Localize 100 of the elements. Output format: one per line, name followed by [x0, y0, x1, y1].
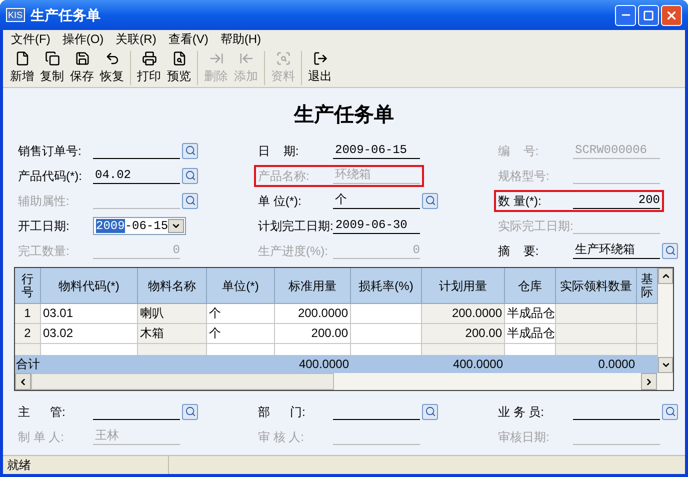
arrow-left-icon: [238, 51, 254, 66]
table-cell: 个: [207, 304, 275, 324]
input-field[interactable]: 200: [573, 192, 660, 209]
row-number: 2: [15, 324, 41, 344]
input-field[interactable]: 生产环绕箱: [573, 242, 660, 259]
app-badge: KIS: [6, 8, 25, 22]
dropdown-button[interactable]: [168, 218, 184, 232]
field-label: 规格型号:: [498, 168, 550, 184]
column-header: 行号: [15, 268, 41, 304]
column-header: 损耗率(%): [351, 268, 422, 304]
field-label: 日 期:: [258, 142, 300, 160]
menu-item[interactable]: 帮助(H): [214, 30, 267, 48]
column-header: 仓库: [505, 268, 556, 304]
vertical-scrollbar[interactable]: [658, 268, 673, 373]
input-field: 环绕箱: [333, 167, 420, 184]
field-label: 业 务 员:: [498, 404, 546, 420]
field-label: 摘 要:: [498, 242, 540, 260]
form-title: 生产任务单: [294, 102, 394, 128]
table-cell: 03.01: [41, 304, 138, 324]
toolbar-button[interactable]: 预览: [164, 51, 194, 84]
field-label: 单 位(*):: [258, 192, 302, 210]
input-field[interactable]: 个: [333, 192, 420, 209]
search-icon[interactable]: [422, 404, 438, 420]
menu-item[interactable]: 查看(V): [162, 30, 214, 48]
table-cell: 半成品仓: [505, 304, 556, 324]
table-cell: 200.0000: [275, 304, 351, 324]
input-field: 0: [93, 242, 180, 259]
search-icon[interactable]: [182, 192, 198, 208]
field-label: 计划完工日期:: [258, 218, 334, 234]
table-cell: 200.00: [275, 324, 351, 344]
search-icon[interactable]: [662, 404, 678, 420]
document-search-icon: [172, 51, 186, 66]
document-icon: [14, 51, 30, 66]
search-icon[interactable]: [182, 404, 198, 420]
field-label: 编 号:: [498, 142, 540, 160]
toolbar-button[interactable]: 恢复: [97, 51, 127, 84]
menu-item[interactable]: 操作(O): [56, 30, 110, 48]
total-cell: 400.0000: [298, 357, 349, 371]
field-label: 生产进度(%):: [258, 242, 329, 260]
search-icon[interactable]: [662, 242, 678, 258]
table-cell: 喇叭: [138, 304, 207, 324]
table-cell: 木箱: [138, 324, 207, 344]
field-label: 部 门:: [258, 404, 306, 420]
date-value: 2009-06-15: [96, 218, 168, 234]
field-label: 产品名称:: [258, 168, 310, 184]
close-icon: [665, 8, 678, 22]
table-cell: 200.0000: [422, 304, 505, 324]
row-number: 1: [15, 304, 41, 324]
menu-item[interactable]: 关联(R): [110, 30, 162, 48]
arrow-right-icon: [208, 51, 224, 66]
toolbar-button[interactable]: 退出: [305, 51, 335, 84]
scroll-down-button[interactable]: [658, 357, 673, 373]
horizontal-scrollbar[interactable]: [15, 373, 673, 390]
table-cell: 半成品仓: [505, 324, 556, 344]
toolbar-button[interactable]: 新增: [7, 51, 37, 84]
input-field: 0: [333, 242, 420, 259]
field-label: 主 管:: [18, 404, 66, 420]
window-title: 生产任务单: [30, 6, 102, 24]
field-label: 数 量(*):: [498, 192, 542, 210]
field-label: 审 核 人:: [258, 428, 306, 446]
date-field[interactable]: 2009-06-15: [93, 216, 186, 234]
search-icon[interactable]: [422, 192, 438, 208]
input-field: 王林: [93, 428, 180, 445]
scroll-left-button[interactable]: [15, 373, 31, 390]
scroll-up-button[interactable]: [658, 268, 673, 284]
field-label: 产品代码(*):: [18, 168, 83, 184]
toolbar-button[interactable]: 复制: [37, 51, 67, 84]
field-label: 制 单 人:: [18, 428, 66, 446]
column-header: 单位(*): [207, 268, 275, 304]
maximize-button[interactable]: [638, 4, 659, 26]
input-field: SCRW000006: [573, 142, 660, 159]
field-label: 完工数量:: [18, 242, 70, 260]
column-header: 物料名称: [138, 268, 207, 304]
total-cell: 400.0000: [452, 357, 503, 371]
minimize-button[interactable]: [615, 4, 636, 26]
table-cell: 200.00: [422, 324, 505, 344]
field-label: 实际完工日期:: [498, 218, 574, 234]
close-button[interactable]: [661, 4, 682, 26]
maximize-icon: [643, 10, 654, 20]
table-cell: 03.02: [41, 324, 138, 344]
input-field[interactable]: 04.02: [93, 167, 180, 184]
search-icon[interactable]: [182, 168, 198, 184]
column-header: 计划用量: [422, 268, 505, 304]
toolbar-button[interactable]: 保存: [67, 51, 97, 84]
printer-icon: [142, 51, 156, 66]
table-cell: 个: [207, 324, 275, 344]
input-field[interactable]: 2009-06-15: [333, 142, 420, 159]
toolbar-button[interactable]: 打印: [134, 51, 164, 84]
field-label: 销售订单号:: [18, 142, 82, 160]
column-header: 基际: [637, 268, 658, 304]
scroll-right-button[interactable]: [641, 373, 657, 390]
status-text: 就绪: [3, 456, 169, 474]
scrollbar-thumb[interactable]: [31, 373, 334, 390]
field-label: 审核日期:: [498, 428, 550, 446]
search-icon[interactable]: [182, 142, 198, 158]
column-header: 实际领料数量: [556, 268, 637, 304]
column-header: 标准用量: [275, 268, 351, 304]
input-field[interactable]: 2009-06-30: [333, 217, 420, 234]
menu-item[interactable]: 文件(F): [5, 30, 56, 48]
undo-icon: [104, 51, 120, 66]
